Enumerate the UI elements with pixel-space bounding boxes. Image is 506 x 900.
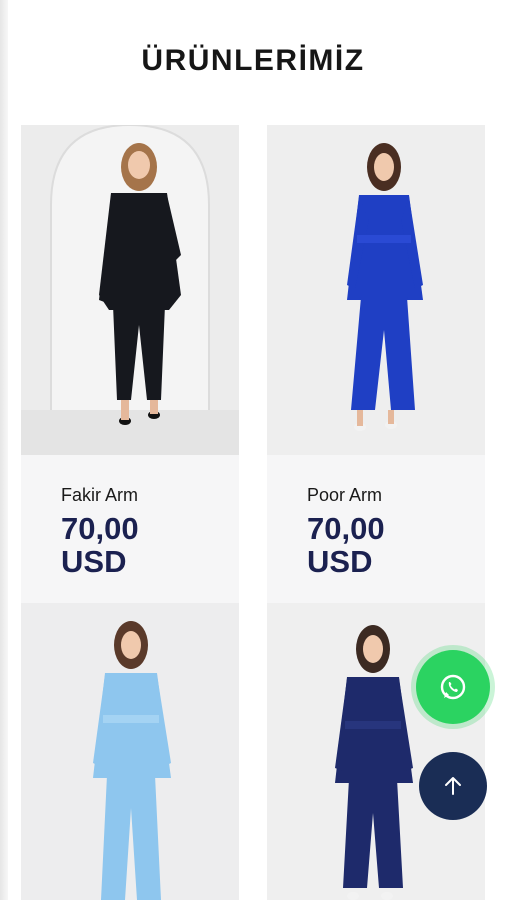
scroll-to-top-button[interactable] [419, 752, 487, 820]
product-image[interactable] [267, 125, 485, 455]
product-price: 70,00 [61, 511, 139, 546]
product-price: 70,00 [307, 511, 385, 546]
product-info: Fakir Arm 70,00 USD [21, 455, 239, 578]
whatsapp-icon [440, 674, 466, 700]
product-image[interactable] [21, 125, 239, 455]
product-info: Poor Arm 70,00 USD [267, 455, 485, 578]
product-card[interactable]: Poor Arm 70,00 USD [267, 125, 485, 603]
product-currency: USD [307, 544, 373, 579]
product-card[interactable] [21, 603, 239, 900]
product-currency: USD [61, 544, 127, 579]
page-edge-shadow [0, 0, 8, 900]
product-image[interactable] [21, 603, 239, 900]
page-title: ÜRÜNLERİMİZ [141, 44, 365, 77]
product-name[interactable]: Poor Arm [307, 485, 485, 506]
product-name[interactable]: Fakir Arm [61, 485, 239, 506]
whatsapp-button[interactable] [416, 650, 490, 724]
product-card[interactable]: Fakir Arm 70,00 USD [21, 125, 239, 603]
arrow-up-icon [445, 777, 461, 795]
